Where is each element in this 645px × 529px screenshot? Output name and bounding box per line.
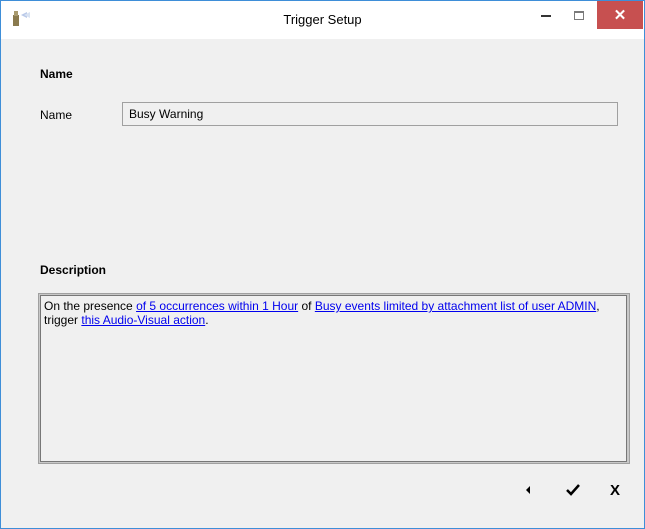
event-filter-link[interactable]: Busy events limited by attachment list o… <box>315 299 596 313</box>
maximize-button[interactable] <box>564 1 594 29</box>
action-link[interactable]: this Audio-Visual action <box>81 313 205 327</box>
description-section-heading: Description <box>40 263 107 277</box>
minimize-icon <box>541 15 551 17</box>
name-section-heading: Name <box>40 67 73 81</box>
ok-button[interactable] <box>561 479 585 501</box>
description-text: On the presence of 5 occurrences within … <box>40 295 627 462</box>
name-input[interactable] <box>122 102 618 126</box>
description-text-part: On the presence <box>44 299 137 313</box>
description-box: On the presence of 5 occurrences within … <box>38 293 630 464</box>
minimize-button[interactable] <box>531 1 561 29</box>
trigger-setup-window: Trigger Setup ✕ Name Name Description On… <box>0 0 645 529</box>
back-arrow-icon <box>526 486 530 494</box>
title-bar[interactable]: Trigger Setup ✕ <box>1 1 644 39</box>
close-button[interactable]: ✕ <box>597 1 643 29</box>
back-button[interactable] <box>516 479 540 501</box>
checkmark-icon <box>566 484 580 496</box>
cancel-button[interactable]: X <box>603 479 627 501</box>
x-icon: X <box>609 481 620 499</box>
description-text-part: of <box>298 299 315 313</box>
description-text-part: . <box>205 313 209 327</box>
close-icon: ✕ <box>613 7 627 24</box>
name-label: Name <box>40 108 73 122</box>
occurrence-condition-link[interactable]: of 5 occurrences within 1 Hour <box>136 299 298 313</box>
maximize-icon <box>574 10 584 20</box>
